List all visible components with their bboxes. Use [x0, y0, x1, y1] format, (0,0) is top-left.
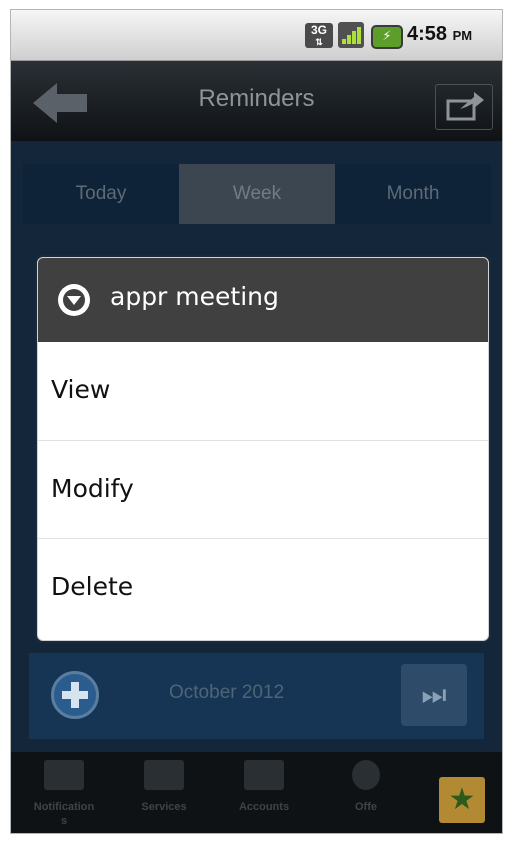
menu-item-view[interactable]: View — [38, 342, 488, 440]
status-time: 4:58 PM — [407, 23, 472, 46]
battery-icon: ⚡ — [371, 25, 403, 49]
time-value: 4:58 — [407, 23, 448, 45]
dialog-header: appr meeting — [38, 258, 488, 342]
star-icon[interactable]: ★ — [439, 777, 485, 823]
share-icon[interactable] — [435, 84, 493, 130]
dropdown-circle-icon — [56, 282, 92, 318]
notifications-icon — [44, 760, 84, 790]
nav-item-services[interactable]: Services — [119, 752, 209, 833]
month-bar: October 2012 ⏭ — [29, 653, 484, 739]
menu-item-label: View — [51, 375, 111, 404]
phone-screen: 3G ⇅ ⚡ 4:58 PM Reminders Today Week Mont… — [11, 10, 502, 833]
nav-item-offers[interactable]: Offe — [331, 752, 401, 833]
nav-label: Services — [141, 801, 187, 813]
time-ampm: PM — [452, 28, 473, 43]
tab-today[interactable]: Today — [23, 164, 179, 224]
menu-item-delete[interactable]: Delete — [38, 538, 488, 636]
nav-item-accounts[interactable]: Accounts — [219, 752, 309, 833]
accounts-icon — [244, 760, 284, 790]
menu-item-label: Delete — [51, 572, 134, 601]
nav-item-notifications[interactable]: Notification s — [19, 752, 109, 833]
nav-label: Offe — [355, 801, 377, 813]
fast-forward-icon[interactable]: ⏭ — [401, 664, 467, 726]
nav-label: Notification s — [33, 801, 95, 827]
bottom-nav: Notification s Services Accounts Offe ★ — [11, 751, 502, 833]
title-bar: Reminders — [11, 61, 502, 141]
status-bar: 3G ⇅ ⚡ 4:58 PM — [11, 10, 502, 61]
menu-item-modify[interactable]: Modify — [38, 440, 488, 538]
month-label: October 2012 — [169, 682, 285, 703]
network-badge-text: 3G — [310, 23, 327, 37]
menu-item-label: Modify — [51, 474, 134, 503]
nav-label: Accounts — [238, 801, 290, 813]
tab-week[interactable]: Week — [179, 164, 335, 224]
page-title: Reminders — [198, 85, 315, 112]
dialog-title: appr meeting — [110, 282, 279, 311]
period-tabs: Today Week Month — [23, 164, 491, 224]
services-icon — [144, 760, 184, 790]
tab-month[interactable]: Month — [335, 164, 491, 224]
context-menu-dialog: appr meeting View Modify Delete — [37, 257, 489, 641]
offers-icon — [352, 760, 380, 790]
add-circle-icon[interactable] — [51, 671, 99, 719]
signal-icon — [338, 22, 364, 48]
network-3g-icon: 3G ⇅ — [305, 23, 333, 48]
